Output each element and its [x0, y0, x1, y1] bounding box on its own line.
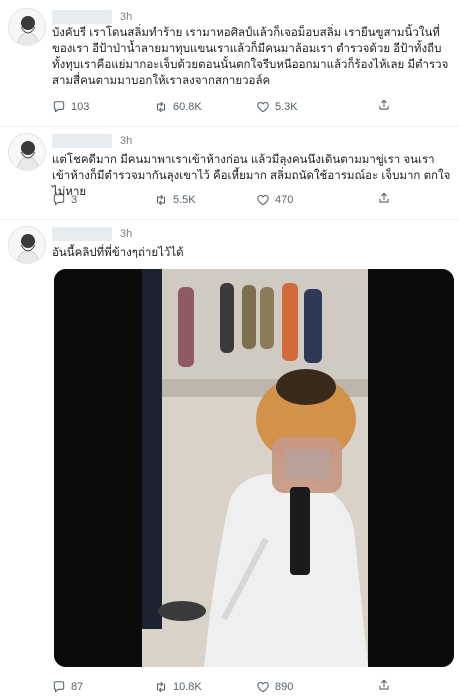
like-icon — [257, 102, 269, 113]
reply-count: 103 — [71, 101, 90, 113]
reply-button[interactable]: 87 — [52, 678, 83, 696]
share-icon — [379, 192, 389, 203]
reply-count: 87 — [71, 681, 84, 693]
like-count: 5.3K — [275, 101, 298, 113]
retweet-icon — [156, 681, 166, 693]
like-icon — [257, 682, 269, 693]
like-button[interactable]: 5.3K — [256, 98, 298, 116]
retweet-button[interactable]: 5.5K — [154, 191, 196, 209]
share-icon — [379, 679, 389, 690]
avatar[interactable] — [8, 133, 46, 171]
username-redacted — [52, 10, 112, 24]
like-icon — [257, 195, 269, 206]
like-button[interactable]: 470 — [256, 191, 293, 209]
share-button[interactable] — [377, 98, 391, 117]
like-button[interactable]: 890 — [256, 678, 293, 696]
tweet-2[interactable]: 3h แต่โชคดีมาก มีคนมาพาเราเข้าห้างก่อน แ… — [0, 127, 459, 217]
share-button[interactable] — [377, 191, 391, 210]
avatar[interactable] — [8, 226, 46, 264]
avatar[interactable] — [8, 8, 46, 46]
tweet-actions: 87 10.8K 890 — [52, 678, 452, 696]
like-count: 470 — [275, 194, 294, 206]
tweet-actions: 103 60.8K 5.3K — [52, 98, 452, 116]
tweet-text: บังคับรี เราโดนสลิ่มทำร้าย เรามาหอศิลป์แ… — [52, 27, 449, 87]
retweet-button[interactable]: 10.8K — [154, 678, 202, 696]
tweet-time[interactable]: 3h — [120, 135, 132, 147]
reply-button[interactable]: 103 — [52, 98, 89, 116]
reply-icon — [53, 101, 65, 113]
share-icon — [379, 99, 389, 110]
retweet-icon — [156, 194, 166, 206]
reply-button[interactable]: 3 — [52, 191, 77, 209]
like-count: 890 — [275, 681, 294, 693]
avatar-image — [9, 9, 45, 45]
retweet-count: 5.5K — [173, 194, 196, 206]
retweet-icon — [156, 101, 166, 113]
username-redacted — [52, 227, 112, 241]
retweet-button[interactable]: 60.8K — [154, 98, 202, 116]
reply-icon — [53, 194, 65, 206]
avatar-image — [9, 227, 45, 263]
tweet-time[interactable]: 3h — [120, 11, 132, 23]
retweet-count: 10.8K — [173, 681, 202, 693]
reply-count: 3 — [71, 194, 78, 206]
share-button[interactable] — [377, 678, 391, 696]
username-redacted — [52, 134, 112, 148]
tweet-text: อันนี้คลิปที่พี่ข้างๆถ่ายไว้ได้ — [52, 247, 184, 259]
reply-icon — [53, 681, 65, 693]
retweet-count: 60.8K — [173, 101, 202, 113]
video-frame — [54, 269, 454, 667]
tweet-1[interactable]: 3h บังคับรี เราโดนสลิ่มทำร้าย เรามาหอศิล… — [0, 0, 459, 124]
tweet-time[interactable]: 3h — [120, 228, 132, 240]
tweet-media-video[interactable] — [54, 269, 454, 667]
avatar-image — [9, 134, 45, 170]
tweet-actions: 3 5.5K 470 — [52, 191, 452, 209]
